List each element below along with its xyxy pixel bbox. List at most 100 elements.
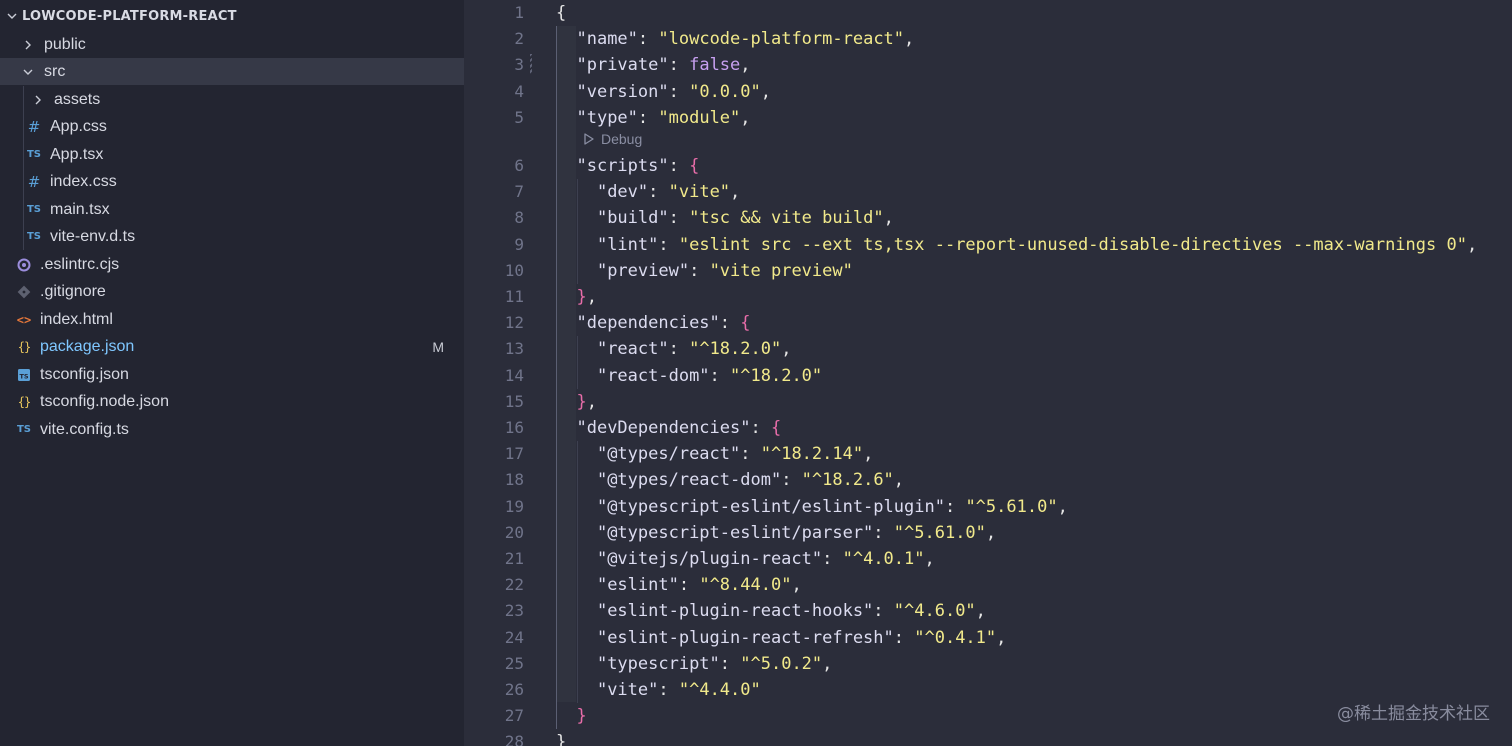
file-tree-item-label: .gitignore xyxy=(40,282,106,300)
code-token-str: "vite" xyxy=(668,182,731,203)
code-line[interactable]: "lint": "eslint src --ext ts,tsx --repor… xyxy=(556,232,1477,258)
code-token-punct: : xyxy=(668,208,690,229)
code-line[interactable]: "typescript": "^5.0.2", xyxy=(556,651,832,677)
code-token-punct: : xyxy=(750,418,771,438)
file-tree-item[interactable]: TS App.tsx xyxy=(0,141,464,168)
code-token-key: "scripts" xyxy=(576,156,669,176)
code-token-punct: : xyxy=(781,470,802,491)
code-token-str: "vite preview" xyxy=(709,260,853,281)
explorer-root-folder[interactable]: LOWCODE-PLATFORM-REACT xyxy=(0,0,464,32)
code-token-punct: , xyxy=(822,653,833,674)
line-number: 15 xyxy=(504,391,524,411)
file-tree-item-label: main.tsx xyxy=(50,200,110,218)
debug-codelens[interactable]: Debug xyxy=(582,128,642,150)
code-token-punct: : xyxy=(648,182,669,203)
code-token-key: "type" xyxy=(576,107,638,128)
code-line[interactable]: } xyxy=(556,703,586,729)
line-number: 28 xyxy=(504,732,524,746)
file-tree-item[interactable]: {} package.json M xyxy=(0,333,464,360)
code-line[interactable]: "devDependencies": { xyxy=(556,415,781,441)
code-line[interactable]: "@typescript-eslint/eslint-plugin": "^5.… xyxy=(556,494,1068,520)
code-line[interactable]: "eslint-plugin-react-hooks": "^4.6.0", xyxy=(556,598,986,624)
code-line[interactable]: "dependencies": { xyxy=(556,310,750,336)
file-tree-item[interactable]: .gitignore xyxy=(0,278,464,305)
typescript-icon: TS xyxy=(26,149,42,160)
line-number: 14 xyxy=(504,365,524,385)
file-tree-item[interactable]: TS tsconfig.json xyxy=(0,361,464,388)
code-line[interactable]: "react": "^18.2.0", xyxy=(556,336,792,362)
code-token-str: "^8.44.0" xyxy=(699,575,792,596)
code-token-str: "eslint src --ext ts,tsx --report-unused… xyxy=(678,234,1467,255)
code-line[interactable]: "react-dom": "^18.2.0" xyxy=(556,363,822,389)
code-line[interactable]: { xyxy=(556,0,566,26)
code-token-punct: : xyxy=(689,260,710,281)
code-line[interactable]: "type": "module", xyxy=(556,105,751,131)
explorer-sidebar: LOWCODE-PLATFORM-REACT public src assets # A… xyxy=(0,0,464,746)
line-number: 27 xyxy=(504,706,524,726)
code-line[interactable]: "vite": "^4.4.0" xyxy=(556,677,761,703)
code-line[interactable]: "@types/react": "^18.2.14", xyxy=(556,441,873,467)
file-tree-item[interactable]: src xyxy=(0,58,464,85)
typescript-icon: TS xyxy=(16,424,32,435)
code-line[interactable]: "scripts": { xyxy=(556,153,699,179)
code-token-str: "^4.0.1" xyxy=(842,549,925,569)
code-token-str: "^0.4.1" xyxy=(914,627,997,648)
code-token-punct xyxy=(556,575,597,595)
code-token-punct: : xyxy=(668,81,690,102)
root-folder-label: LOWCODE-PLATFORM-REACT xyxy=(22,8,237,24)
line-number: 25 xyxy=(504,653,524,673)
code-token-punct xyxy=(556,261,597,281)
code-token-punct: , xyxy=(924,549,935,569)
file-tree-item[interactable]: {} tsconfig.node.json xyxy=(0,388,464,415)
code-token-key: "@typescript-eslint/parser" xyxy=(596,522,874,543)
code-token-punct: : xyxy=(637,107,659,128)
file-tree-item[interactable]: <> index.html xyxy=(0,306,464,333)
file-tree-item[interactable]: # App.css xyxy=(0,113,464,140)
file-tree-item[interactable]: TS vite-env.d.ts xyxy=(0,223,464,250)
code-token-punct: , xyxy=(740,107,751,128)
line-number: 24 xyxy=(504,627,524,647)
file-tree-item[interactable]: TS main.tsx xyxy=(0,196,464,223)
code-line[interactable]: "build": "tsc && vite build", xyxy=(556,205,894,231)
code-token-punct xyxy=(556,55,576,75)
code-token-punct xyxy=(556,418,576,438)
line-number: 2 xyxy=(514,29,524,49)
code-token-punct: , xyxy=(791,575,802,596)
file-tree-item[interactable]: TS vite.config.ts xyxy=(0,416,464,443)
code-line[interactable]: "@types/react-dom": "^18.2.6", xyxy=(556,467,904,493)
code-line[interactable]: } xyxy=(556,729,566,746)
file-tree-item[interactable]: # index.css xyxy=(0,168,464,195)
code-token-punct: : xyxy=(822,549,843,569)
watermark: @稀土掘金技术社区 xyxy=(1337,704,1490,724)
code-line[interactable]: "eslint": "^8.44.0", xyxy=(556,572,802,598)
chevron-down-icon xyxy=(20,64,36,80)
chevron-right-icon xyxy=(30,92,46,108)
code-token-punct: : xyxy=(637,29,659,50)
code-line[interactable]: "version": "0.0.0", xyxy=(556,79,771,105)
code-token-key: "@types/react" xyxy=(596,444,741,465)
code-line[interactable]: }, xyxy=(556,389,597,415)
code-token-punct: , xyxy=(740,55,751,76)
file-tree-item[interactable]: assets xyxy=(0,86,464,113)
code-token-punct: , xyxy=(760,81,771,102)
code-token-punct: : xyxy=(944,496,966,517)
code-token-key: "lint" xyxy=(596,234,659,255)
code-line[interactable]: "dev": "vite", xyxy=(556,179,740,205)
code-token-key: "vite" xyxy=(596,680,659,700)
code-token-punct xyxy=(556,108,576,128)
code-line[interactable]: "preview": "vite preview" xyxy=(556,258,853,284)
code-line[interactable]: "@vitejs/plugin-react": "^4.0.1", xyxy=(556,546,935,572)
file-tree-item[interactable]: .eslintrc.cjs xyxy=(0,251,464,278)
code-line[interactable]: "private": false, xyxy=(556,52,751,78)
code-line[interactable]: }, xyxy=(556,284,597,310)
code-token-punct xyxy=(556,366,597,386)
code-line[interactable]: "eslint-plugin-react-refresh": "^0.4.1", xyxy=(556,625,1006,651)
file-tree-item[interactable]: public xyxy=(0,31,464,58)
code-token-str: "^4.4.0" xyxy=(678,680,761,700)
file-tree-item-label: src xyxy=(44,62,66,80)
code-token-punct: , xyxy=(586,391,597,412)
code-line[interactable]: "@typescript-eslint/parser": "^5.61.0", xyxy=(556,520,996,546)
code-editor[interactable]: 1 2 3 4 5 6 7 8 9 10 11 12 13 14 15 16 17 18 19 20 21 22 23 24 2… xyxy=(464,0,1512,746)
code-line[interactable]: "name": "lowcode-platform-react", xyxy=(556,26,914,52)
code-token-punct xyxy=(556,339,597,359)
